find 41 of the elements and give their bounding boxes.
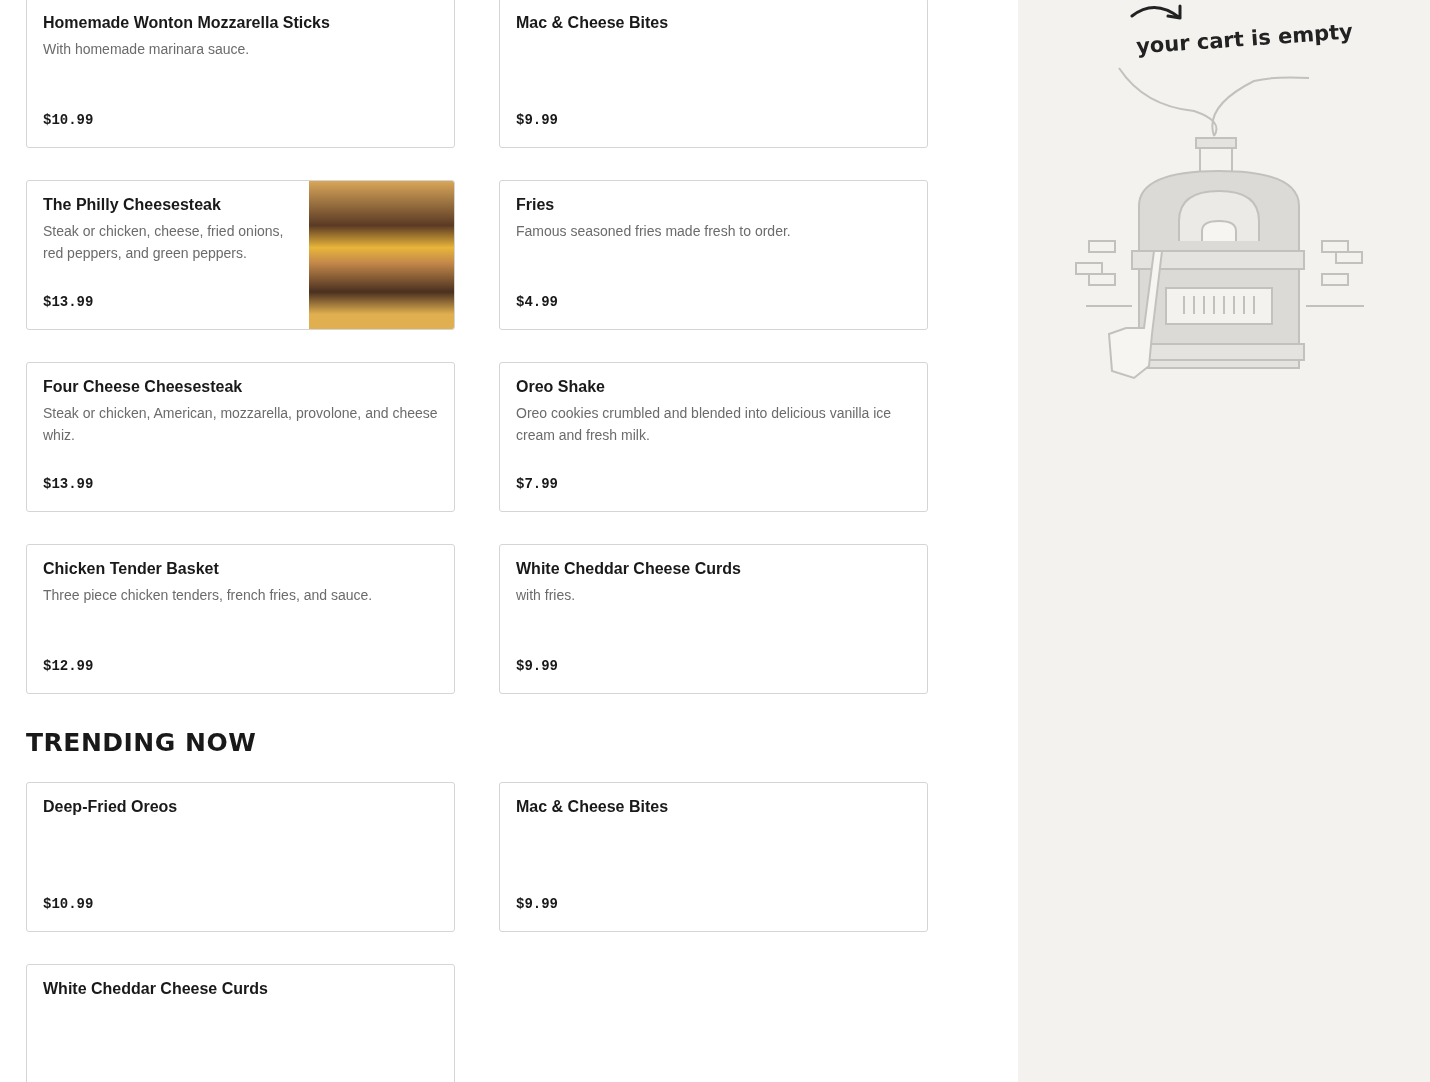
- menu-item-card[interactable]: White Cheddar Cheese Curds with fries. $9.99: [499, 544, 928, 694]
- item-name: Four Cheese Cheesesteak: [43, 377, 244, 397]
- item-name: Deep-Fried Oreos: [43, 797, 179, 817]
- item-price: $9.99: [516, 111, 559, 130]
- item-description: With homemade marinara sauce.: [43, 40, 251, 60]
- item-price: $9.99: [516, 895, 559, 914]
- item-name: Oreo Shake: [516, 377, 606, 397]
- menu-item-card[interactable]: White Cheddar Cheese Curds: [26, 964, 455, 1082]
- item-price: $13.99: [43, 475, 95, 494]
- item-price: $7.99: [516, 475, 559, 494]
- item-name: Fries: [516, 195, 556, 215]
- item-price: $12.99: [43, 657, 95, 676]
- item-price: $10.99: [43, 895, 95, 914]
- menu-item-card[interactable]: Mac & Cheese Bites $9.99: [499, 0, 928, 148]
- item-name: Mac & Cheese Bites: [516, 13, 670, 33]
- menu-item-card[interactable]: Mac & Cheese Bites $9.99: [499, 782, 928, 932]
- menu-item-card[interactable]: Fries Famous seasoned fries made fresh to order. $4.99: [499, 180, 928, 330]
- item-description: Steak or chicken, American, mozzarella, provolone, and cheese whiz.: [43, 404, 438, 446]
- menu-item-card[interactable]: Four Cheese Cheesesteak Steak or chicken, American, mozzarella, provolone, and cheese whiz. $13.99: [26, 362, 455, 512]
- item-description: Three piece chicken tenders, french fries, and sauce.: [43, 586, 374, 606]
- item-price: $10.99: [43, 111, 95, 130]
- item-name: White Cheddar Cheese Curds: [43, 979, 269, 999]
- item-description: with fries.: [516, 586, 577, 606]
- item-name: Chicken Tender Basket: [43, 559, 220, 579]
- item-description: Steak or chicken, cheese, fried onions, red peppers, and green peppers.: [43, 222, 285, 264]
- item-name: Homemade Wonton Mozzarella Sticks: [43, 13, 331, 33]
- item-price: $9.99: [516, 657, 559, 676]
- menu-item-card[interactable]: Homemade Wonton Mozzarella Sticks With homemade marinara sauce. $10.99: [26, 0, 455, 148]
- item-description: Oreo cookies crumbled and blended into delicious vanilla ice cream and fresh milk.: [516, 404, 893, 446]
- menu-item-card[interactable]: Chicken Tender Basket Three piece chicken tenders, french fries, and sauce. $12.99: [26, 544, 455, 694]
- menu-item-card[interactable]: Oreo Shake Oreo cookies crumbled and blended into delicious vanilla ice cream and fresh milk. $7.99: [499, 362, 928, 512]
- menu-item-card[interactable]: Deep-Fried Oreos $10.99: [26, 782, 455, 932]
- section-heading: TRENDING NOW: [26, 728, 258, 758]
- item-name: White Cheddar Cheese Curds: [516, 559, 742, 579]
- item-price: $13.99: [43, 293, 95, 312]
- item-name: The Philly Cheesesteak: [43, 195, 222, 215]
- item-price: $4.99: [516, 293, 559, 312]
- item-name: Mac & Cheese Bites: [516, 797, 670, 817]
- menu-item-card[interactable]: The Philly Cheesesteak Steak or chicken, cheese, fried onions, red peppers, and green peppers. $13.99: [26, 180, 455, 330]
- empty-cart-message: your cart is empty: [1134, 18, 1354, 61]
- item-description: Famous seasoned fries made fresh to order.: [516, 222, 792, 242]
